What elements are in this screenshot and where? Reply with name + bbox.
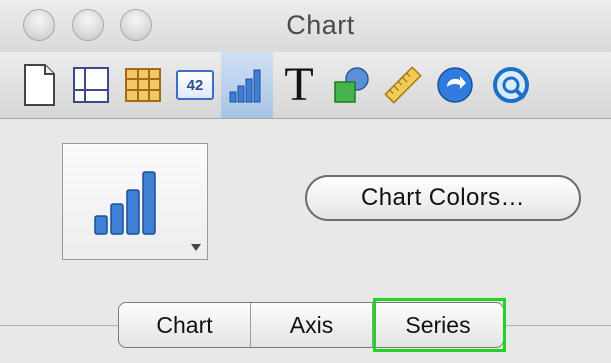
toolbar-hyperlink[interactable] — [429, 52, 481, 118]
chart-type-picker[interactable] — [62, 143, 208, 260]
tab-separator-left — [0, 325, 118, 326]
toolbar-layout[interactable] — [65, 52, 117, 118]
toolbar-number-format[interactable]: 42 — [169, 52, 221, 118]
layout-guides-icon — [73, 67, 109, 103]
go-arrow-icon — [437, 67, 473, 103]
toolbar-table[interactable] — [117, 52, 169, 118]
toolbar-quicktime[interactable] — [481, 52, 531, 118]
number-field-label: 42 — [186, 76, 204, 94]
bar-chart-icon — [229, 69, 261, 103]
window-title: Chart — [286, 10, 355, 40]
tab-separator-right — [505, 325, 611, 326]
toolbar-metrics[interactable] — [377, 52, 429, 118]
toolbar-document[interactable] — [13, 52, 65, 118]
ruler-icon — [384, 66, 422, 104]
number-field-icon: 42 — [176, 70, 214, 100]
inspector-toolbar: 42 T — [0, 52, 611, 119]
text-icon: T — [284, 58, 314, 111]
window-titlebar: Chart — [0, 0, 611, 52]
table-icon — [125, 68, 161, 102]
dropdown-arrow-icon — [191, 244, 201, 251]
toolbar-chart[interactable] — [221, 52, 273, 118]
tab-chart[interactable]: Chart — [119, 303, 250, 347]
shapes-icon — [334, 67, 369, 103]
toolbar-text[interactable]: T — [273, 52, 325, 118]
document-icon — [24, 64, 55, 106]
chart-colors-button[interactable]: Chart Colors… — [305, 175, 581, 221]
tab-axis[interactable]: Axis — [251, 303, 372, 347]
series-tab-highlight — [373, 298, 506, 352]
quicktime-icon — [493, 67, 529, 103]
toolbar-shapes[interactable] — [325, 52, 377, 118]
bar-chart-icon — [94, 171, 156, 235]
